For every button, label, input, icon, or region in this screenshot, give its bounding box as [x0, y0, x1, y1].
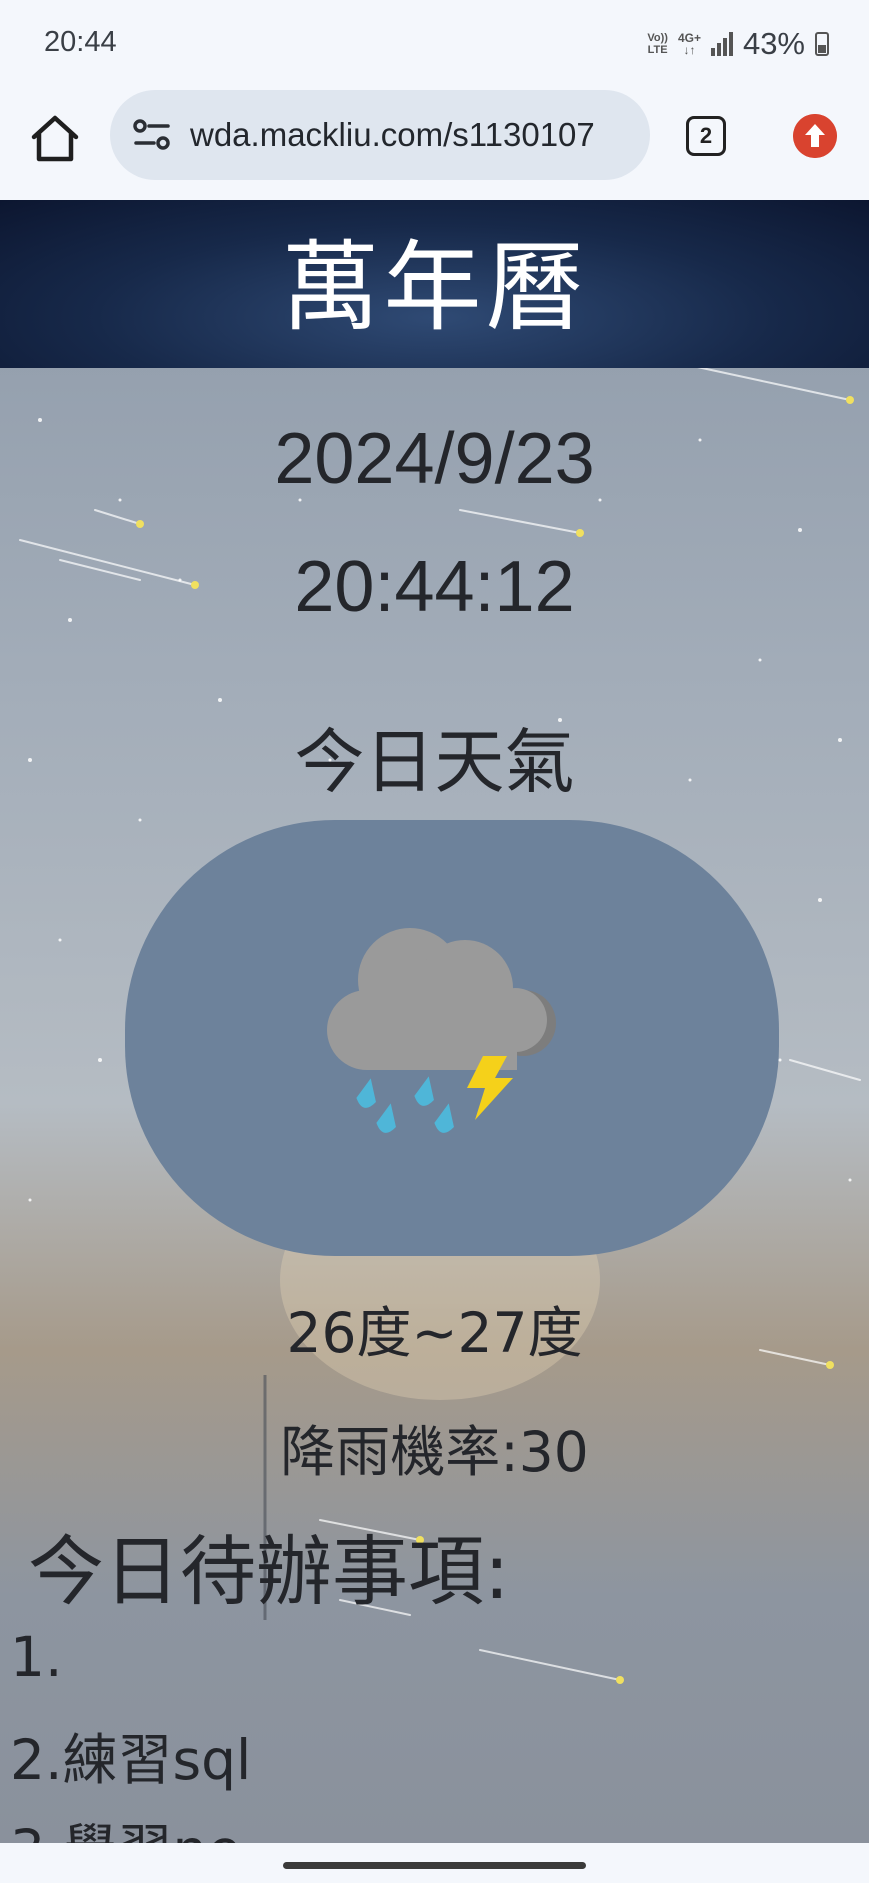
volte-icon: Vo)) LTE [647, 32, 668, 56]
gesture-nav-bar [0, 1843, 869, 1883]
status-time: 20:44 [44, 26, 117, 58]
todo-item: 2.練習sql [10, 1728, 252, 1792]
page-content: 萬年曆 2024/9/23 20:44:12 今日天氣 26度~27度 降雨機率… [0, 200, 869, 1843]
home-icon[interactable] [28, 112, 82, 166]
status-icons: Vo)) LTE 4G+ ↓↑ 43% [647, 26, 829, 62]
network-type-icon: 4G+ ↓↑ [677, 31, 701, 57]
todo-item: 3.學習ne [10, 1805, 241, 1843]
url-text: wda.mackliu.com/s1130107 [190, 116, 595, 153]
current-time: 20:44:12 [294, 547, 575, 627]
status-bar: 20:44 Vo)) LTE 4G+ ↓↑ 43% [0, 0, 869, 90]
signal-icon [710, 32, 733, 56]
url-bar[interactable]: wda.mackliu.com/s1130107 [110, 90, 650, 180]
site-settings-icon[interactable] [132, 115, 172, 155]
browser-toolbar: wda.mackliu.com/s1130107 2 [0, 90, 869, 200]
rain-chance: 降雨機率:30 [280, 1420, 589, 1484]
weather-card [125, 820, 779, 1256]
todo-item: 1. [10, 1625, 63, 1689]
tab-switcher-button[interactable]: 2 [686, 116, 726, 156]
page-title: 萬年曆 [281, 231, 588, 345]
temperature-range: 26度~27度 [286, 1301, 583, 1365]
header-banner: 萬年曆 [0, 200, 869, 368]
battery-icon [815, 32, 829, 56]
weather-heading: 今日天氣 [294, 721, 575, 803]
current-date: 2024/9/23 [274, 419, 595, 499]
battery-percent: 43% [742, 26, 805, 61]
home-gesture-handle[interactable] [283, 1862, 586, 1869]
cloud-rain-lightning-icon [327, 928, 556, 1133]
update-icon[interactable] [793, 114, 837, 158]
tab-count: 2 [699, 123, 713, 148]
todo-heading: 今日待辦事項: [28, 1527, 510, 1616]
